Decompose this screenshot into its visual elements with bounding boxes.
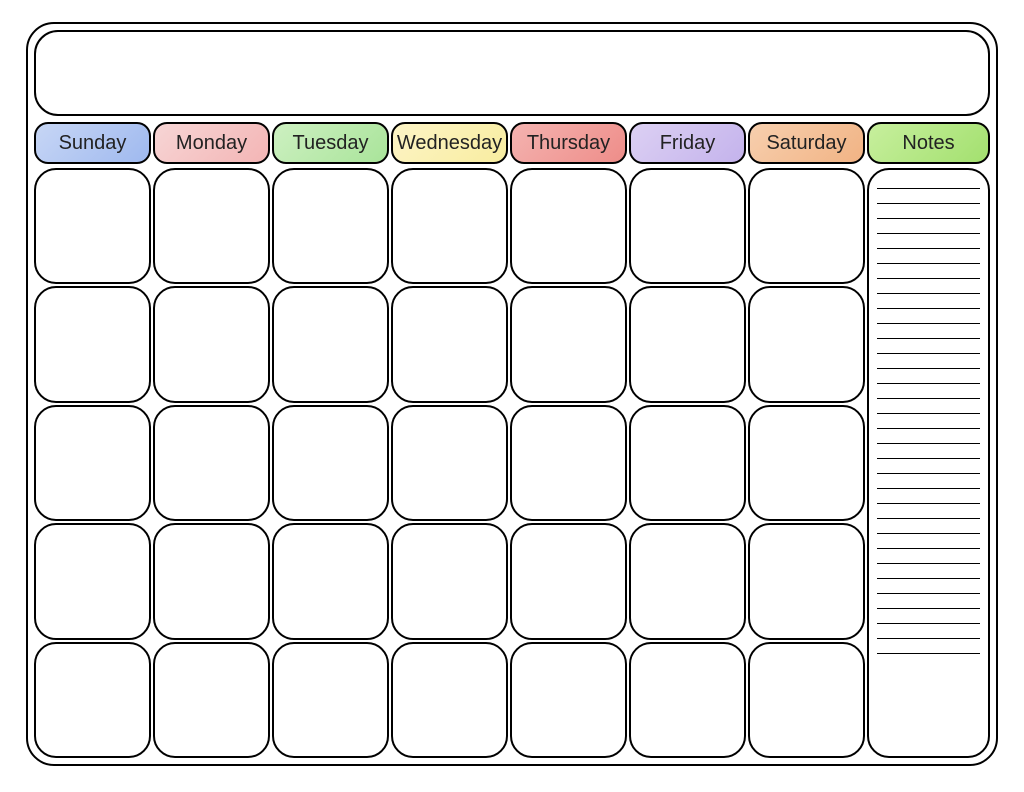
- day-cell[interactable]: [34, 168, 151, 284]
- note-line: [877, 563, 980, 564]
- calendar-grid: [34, 168, 865, 758]
- day-header-tuesday: Tuesday: [272, 122, 389, 164]
- note-line: [877, 533, 980, 534]
- note-line: [877, 233, 980, 234]
- notes-column: Notes: [867, 122, 990, 758]
- note-line: [877, 263, 980, 264]
- note-line: [877, 293, 980, 294]
- day-cell[interactable]: [391, 405, 508, 521]
- day-cell[interactable]: [748, 286, 865, 402]
- day-cell[interactable]: [391, 286, 508, 402]
- note-line: [877, 548, 980, 549]
- day-cell[interactable]: [748, 642, 865, 758]
- day-cell[interactable]: [272, 405, 389, 521]
- day-cell[interactable]: [629, 523, 746, 639]
- note-line: [877, 638, 980, 639]
- day-cell[interactable]: [153, 642, 270, 758]
- note-line: [877, 653, 980, 654]
- note-line: [877, 368, 980, 369]
- day-cell[interactable]: [748, 523, 865, 639]
- day-header-saturday: Saturday: [748, 122, 865, 164]
- day-cell[interactable]: [153, 523, 270, 639]
- note-line: [877, 458, 980, 459]
- day-cell[interactable]: [510, 523, 627, 639]
- day-cell[interactable]: [153, 405, 270, 521]
- note-line: [877, 353, 980, 354]
- calendar-body: Sunday Monday Tuesday Wednesday Thursday…: [34, 122, 990, 758]
- day-cell[interactable]: [510, 168, 627, 284]
- note-line: [877, 248, 980, 249]
- calendar-area: Sunday Monday Tuesday Wednesday Thursday…: [34, 122, 865, 758]
- note-line: [877, 428, 980, 429]
- note-line: [877, 593, 980, 594]
- note-line: [877, 188, 980, 189]
- day-cell[interactable]: [272, 642, 389, 758]
- note-line: [877, 503, 980, 504]
- note-line: [877, 398, 980, 399]
- day-header-monday: Monday: [153, 122, 270, 164]
- note-line: [877, 578, 980, 579]
- note-line: [877, 383, 980, 384]
- day-cell[interactable]: [272, 286, 389, 402]
- day-header-wednesday: Wednesday: [391, 122, 508, 164]
- note-line: [877, 278, 980, 279]
- day-cell[interactable]: [34, 405, 151, 521]
- day-header-row: Sunday Monday Tuesday Wednesday Thursday…: [34, 122, 865, 164]
- day-cell[interactable]: [34, 286, 151, 402]
- day-cell[interactable]: [748, 168, 865, 284]
- day-header-thursday: Thursday: [510, 122, 627, 164]
- day-cell[interactable]: [629, 642, 746, 758]
- note-line: [877, 488, 980, 489]
- note-line: [877, 308, 980, 309]
- note-line: [877, 608, 980, 609]
- note-line: [877, 473, 980, 474]
- day-cell[interactable]: [629, 286, 746, 402]
- day-cell[interactable]: [153, 168, 270, 284]
- day-cell[interactable]: [391, 523, 508, 639]
- day-cell[interactable]: [153, 286, 270, 402]
- day-cell[interactable]: [629, 405, 746, 521]
- note-line: [877, 323, 980, 324]
- title-box[interactable]: [34, 30, 990, 116]
- day-cell[interactable]: [748, 405, 865, 521]
- note-line: [877, 338, 980, 339]
- calendar-page: Sunday Monday Tuesday Wednesday Thursday…: [26, 22, 998, 766]
- day-cell[interactable]: [34, 523, 151, 639]
- day-header-friday: Friday: [629, 122, 746, 164]
- note-line: [877, 518, 980, 519]
- day-cell[interactable]: [391, 168, 508, 284]
- day-cell[interactable]: [391, 642, 508, 758]
- note-line: [877, 443, 980, 444]
- notes-area[interactable]: [867, 168, 990, 758]
- note-line: [877, 413, 980, 414]
- day-cell[interactable]: [272, 523, 389, 639]
- note-line: [877, 623, 980, 624]
- note-line: [877, 203, 980, 204]
- day-header-sunday: Sunday: [34, 122, 151, 164]
- day-cell[interactable]: [510, 286, 627, 402]
- day-cell[interactable]: [510, 642, 627, 758]
- notes-header: Notes: [867, 122, 990, 164]
- day-cell[interactable]: [510, 405, 627, 521]
- day-cell[interactable]: [272, 168, 389, 284]
- day-cell[interactable]: [34, 642, 151, 758]
- day-cell[interactable]: [629, 168, 746, 284]
- note-line: [877, 218, 980, 219]
